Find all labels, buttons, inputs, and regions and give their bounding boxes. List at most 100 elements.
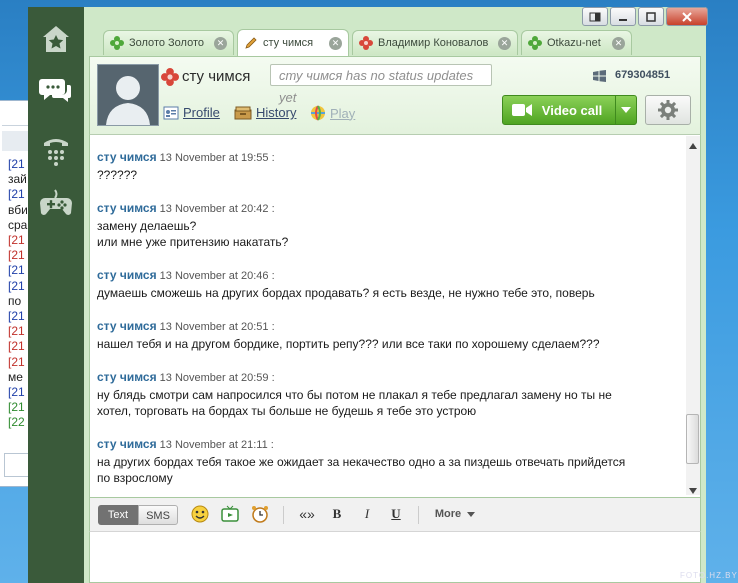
window-controls [582, 7, 708, 26]
contact-name: сту чимся [182, 68, 251, 85]
message-author[interactable]: сту чимся [97, 268, 157, 282]
sms-mode-button[interactable]: SMS [138, 505, 178, 525]
toolbar-divider [418, 506, 419, 524]
status-online-icon [528, 36, 542, 50]
message-text: хотел, торговать на бордах ты больше не … [97, 404, 477, 418]
tab-stu-chimsya[interactable]: сту чимся ✕ [237, 29, 349, 56]
emoticon-button[interactable] [190, 503, 210, 525]
tab-label: Владимир Коновалов [378, 37, 489, 49]
message-text: ну блядь смотри сам напросился что бы по… [97, 387, 612, 402]
message-time: 13 November at 20:42 : [156, 203, 275, 215]
message-text: по взрослому [97, 471, 173, 485]
settings-button[interactable] [645, 95, 691, 125]
camera-icon [511, 104, 532, 116]
message-author[interactable]: сту чимся [97, 370, 157, 384]
message-author[interactable]: сту чимся [97, 319, 157, 333]
tab-close-icon[interactable]: ✕ [498, 36, 511, 50]
message-text: или мне уже притензию накатать? [97, 235, 289, 249]
chats-icon[interactable] [38, 73, 74, 109]
message-time: 13 November at 20:51 : [156, 321, 275, 333]
tab-vladimir[interactable]: Владимир Коновалов ✕ [352, 30, 518, 55]
message-text: замену делаешь? [97, 218, 197, 233]
message-header: сту чимся 13 November at 20:59 : [97, 369, 677, 387]
scroll-up-icon[interactable] [689, 138, 697, 149]
message-author[interactable]: сту чимся [97, 150, 157, 164]
message-header: сту чимся 13 November at 20:51 : [97, 318, 677, 336]
alarm-clock-icon [252, 506, 268, 523]
status-field[interactable]: сту чимся has no status updates yet [270, 64, 492, 105]
tab-close-icon[interactable]: ✕ [214, 36, 227, 50]
underline-button[interactable]: U [386, 503, 406, 525]
message-text: ?????? [97, 167, 138, 182]
more-button[interactable]: More [430, 503, 480, 525]
scrollbar-thumb[interactable] [686, 414, 699, 464]
media-button[interactable] [220, 503, 240, 525]
windows-icon [593, 70, 606, 82]
play-ball-icon [311, 105, 325, 121]
tab-zoloto[interactable]: Золото Золото ✕ [103, 30, 234, 55]
message: сту чимся 13 November at 19:55 :?????? [97, 149, 677, 183]
more-label: More [434, 508, 462, 520]
profile-card-icon [163, 106, 179, 119]
message-header: сту чимся 13 November at 20:46 : [97, 267, 677, 285]
pencil-icon [245, 37, 257, 49]
message-header: сту чимся 13 November at 21:11 : [97, 436, 677, 454]
tab-close-icon[interactable]: ✕ [612, 36, 625, 50]
play-link[interactable]: Play [310, 105, 355, 121]
history-box-icon [234, 106, 252, 119]
message: сту чимся 13 November at 20:42 : замену д… [97, 200, 677, 251]
chevron-down-icon [467, 511, 476, 517]
history-link[interactable]: History [234, 105, 296, 120]
games-icon[interactable] [38, 185, 74, 221]
profile-label: Profile [183, 105, 220, 120]
avatar[interactable] [97, 64, 159, 126]
message: сту чимся 13 November at 21:11 : на други… [97, 436, 677, 487]
message-time: 13 November at 20:59 : [156, 372, 275, 384]
bold-button[interactable]: B [327, 503, 347, 525]
message-header: сту чимся 13 November at 20:42 : [97, 200, 677, 218]
history-label: History [256, 105, 297, 120]
message: сту чимся 13 November at 20:46 : думаешь … [97, 267, 677, 301]
phone-icon[interactable] [38, 132, 74, 168]
message-input[interactable] [89, 532, 701, 583]
tab-label: сту чимся [263, 37, 314, 49]
gear-icon [658, 100, 678, 120]
message-author[interactable]: сту чимся [97, 437, 157, 451]
close-window-button[interactable] [666, 7, 708, 26]
message-text: нашел тебя и на другом бордике, портить … [97, 336, 600, 351]
play-label: Play [330, 105, 356, 121]
message-time: 13 November at 19:55 : [156, 152, 275, 164]
video-call-label: Video call [541, 102, 603, 118]
status-online-icon [110, 36, 124, 50]
message: сту чимся 13 November at 20:51 : нашел те… [97, 318, 677, 352]
minimize-button[interactable] [610, 7, 636, 26]
toolbar-divider [283, 506, 284, 524]
profile-link[interactable]: Profile [163, 105, 220, 120]
status-busy-icon [161, 68, 179, 86]
tab-otkazu[interactable]: Otkazu-net ✕ [521, 30, 632, 55]
italic-button[interactable]: I [357, 503, 377, 525]
message-text: думаешь сможешь на других бордах продава… [97, 285, 595, 300]
status-busy-icon [359, 36, 373, 50]
message-time: 13 November at 21:11 : [156, 439, 274, 451]
tab-label: Золото Золото [129, 37, 204, 49]
video-call-dropdown[interactable] [615, 96, 636, 124]
tv-icon [221, 505, 239, 522]
video-call-button[interactable]: Video call [502, 95, 637, 125]
favorites-icon[interactable] [38, 21, 74, 57]
message-time: 13 November at 20:46 : [156, 270, 275, 282]
quote-button[interactable]: «» [295, 503, 319, 525]
scroll-down-icon[interactable] [689, 483, 697, 494]
tab-label: Otkazu-net [547, 37, 601, 49]
tab-close-icon[interactable]: ✕ [329, 36, 342, 50]
message-header: сту чимся 13 November at 19:55 : [97, 149, 677, 167]
chevron-down-icon [621, 107, 632, 113]
maximize-button[interactable] [638, 7, 664, 26]
text-mode-button[interactable]: Text [98, 505, 138, 525]
smiley-icon [191, 505, 209, 523]
message-author[interactable]: сту чимся [97, 201, 157, 215]
sticker-button[interactable] [250, 503, 270, 525]
phone-number: 679304851 [615, 69, 671, 81]
dock-button[interactable] [582, 7, 608, 26]
watermark: FOTO.HZ.BY [680, 571, 738, 580]
